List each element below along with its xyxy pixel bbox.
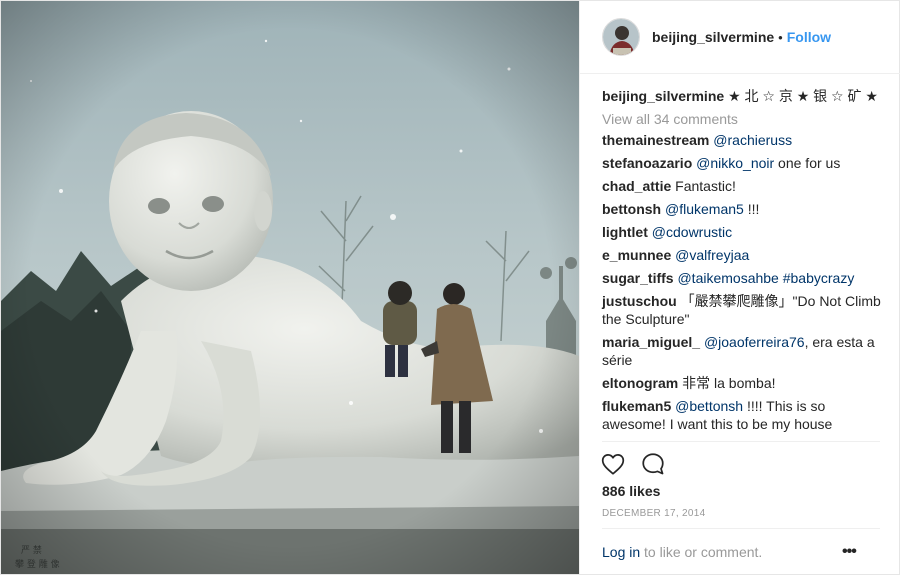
post-date[interactable]: DECEMBER 17, 2014 [602,508,705,519]
comment-username[interactable]: stefanoazario [602,155,692,171]
comment-item: lightlet @cdowrustic [602,223,886,241]
caption-username[interactable]: beijing_silvermine [602,88,724,104]
comment-text: Fantastic! [675,178,736,194]
post-caption: beijing_silvermine ★ 北 ☆ 京 ★ 银 ☆ 矿 ★ [602,85,886,107]
comment-username[interactable]: bettonsh [602,201,661,217]
comment-username[interactable]: sugar_tiffs [602,270,674,286]
comment-text: !!! [743,201,760,217]
header-username[interactable]: beijing_silvermine [652,29,774,45]
more-options-button[interactable]: ••• [842,544,857,560]
comment-item: justuschou 「嚴禁攀爬雕像」"Do Not Climb the Scu… [602,292,886,328]
post-side-panel: beijing_silvermine • Follow beijing_silv… [579,1,900,574]
comment-item: stefanoazario @nikko_noir one for us [602,154,886,172]
comment-username[interactable]: lightlet [602,224,648,240]
comment-item: bettonsh @flukeman5 !!! [602,200,886,218]
post-photo[interactable]: 严 禁 攀 登 雕 像 [1,1,579,574]
comment-username[interactable]: e_munnee [602,247,671,263]
comment-mention[interactable]: @nikko_noir [696,155,774,171]
caption-text: ★ 北 ☆ 京 ★ 银 ☆ 矿 ★ [728,88,878,104]
comment-mention[interactable]: @joaoferreira76 [704,334,805,350]
comment-bubble-icon[interactable] [640,451,666,477]
comment-item: e_munnee @valfreyjaa [602,246,886,264]
heart-icon[interactable] [600,451,626,477]
comment-item: chad_attie Fantastic! [602,177,886,195]
comment-item: eltonogram 非常 la bomba! [602,374,886,392]
view-all-comments-link[interactable]: View all 34 comments [602,108,886,130]
header-separator: • [778,29,783,45]
comment-item: sugar_tiffs @taikemosahbe #babycrazy [602,269,886,287]
comment-username[interactable]: maria_miguel_ [602,334,700,350]
post-header: beijing_silvermine • Follow [580,1,900,74]
comment-item: maria_miguel_ @joaoferreira76, era esta … [602,333,886,369]
instagram-post: 严 禁 攀 登 雕 像 [0,0,900,575]
post-actions [600,451,666,477]
comment-text: one for us [774,155,841,171]
comment-username[interactable]: justuschou [602,293,677,309]
login-link[interactable]: Log in [602,544,640,560]
comment-mention[interactable]: @flukeman5 [665,201,744,217]
comment-text: 非常 la bomba! [682,375,776,391]
login-prompt: Log in to like or comment. [602,544,762,560]
follow-button[interactable]: Follow [787,29,831,45]
profile-avatar[interactable] [602,18,640,56]
avatar-image [603,19,639,55]
likes-count[interactable]: 886 likes [602,483,660,499]
comment-username[interactable]: flukeman5 [602,398,671,414]
login-suffix: to like or comment. [640,544,763,560]
actions-divider [602,441,880,442]
comment-item: flukeman5 @bettonsh !!!! This is so awes… [602,397,886,433]
comment-mention[interactable]: @valfreyjaa [675,247,749,263]
comment-mention[interactable]: @taikemosahbe #babycrazy [677,270,854,286]
comment-mention[interactable]: @rachieruss [713,132,792,148]
comment-mention[interactable]: @cdowrustic [652,224,732,240]
comment-item: themainestream @rachieruss [602,131,886,149]
comment-username[interactable]: themainestream [602,132,709,148]
baby-sculpture-photo: 严 禁 攀 登 雕 像 [1,1,579,574]
comment-mention[interactable]: @bettonsh [675,398,743,414]
footer-divider [602,528,880,529]
comments-list: beijing_silvermine ★ 北 ☆ 京 ★ 银 ☆ 矿 ★ Vie… [602,85,886,438]
comment-username[interactable]: eltonogram [602,375,678,391]
comment-username[interactable]: chad_attie [602,178,671,194]
